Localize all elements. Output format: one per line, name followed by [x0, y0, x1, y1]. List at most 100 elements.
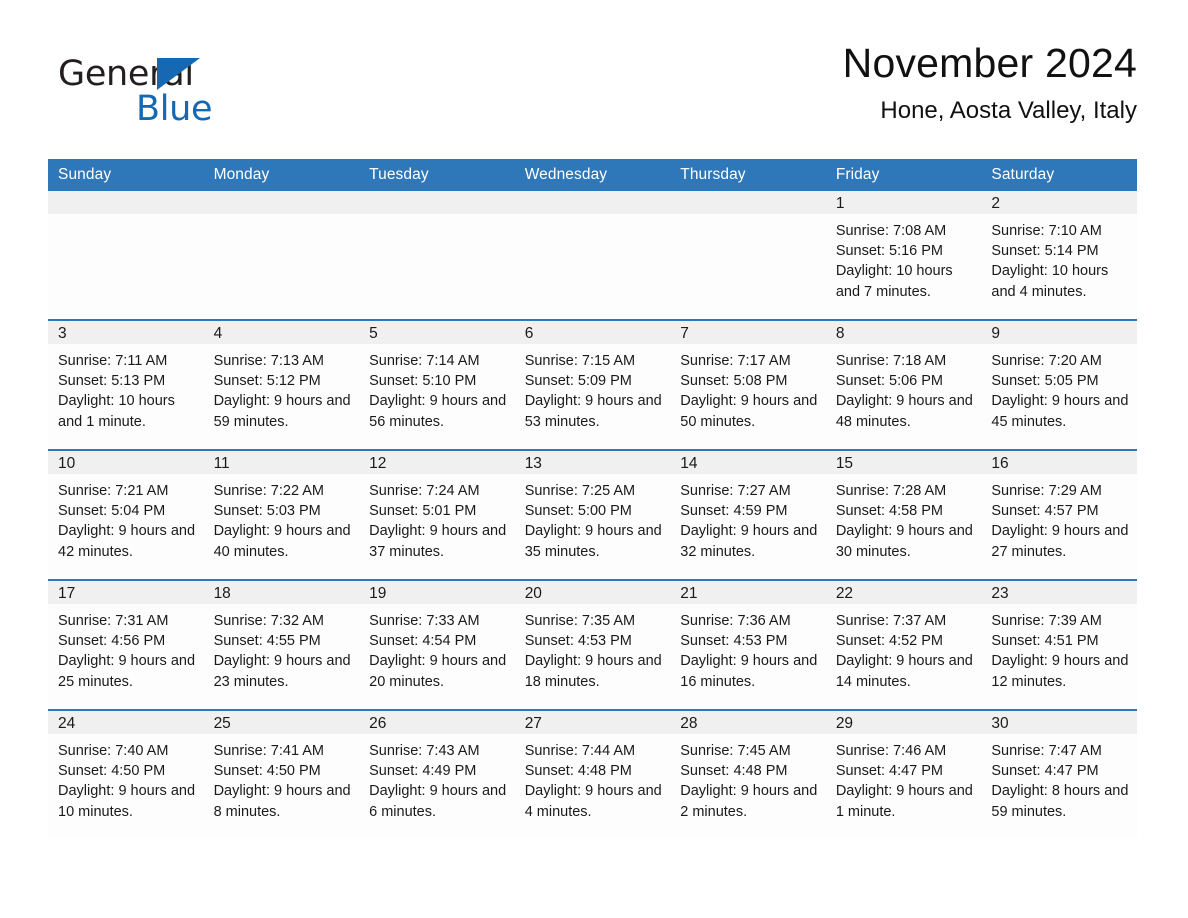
sunrise-text: Sunrise: 7:27 AM — [680, 483, 791, 499]
daylight-text: Daylight: 9 hours and 45 minutes. — [991, 393, 1129, 430]
calendar-day-cell[interactable]: 21 Sunrise: 7:36 AM Sunset: 4:53 PM Dayligh… — [670, 579, 826, 710]
day-details: Sunrise: 7:24 AM Sunset: 5:01 PM Daylight:… — [359, 474, 515, 562]
weekday-header-friday: Friday — [825, 159, 982, 191]
day-details: Sunrise: 7:47 AM Sunset: 4:47 PM Daylight:… — [981, 734, 1137, 822]
day-number: 3 — [48, 321, 204, 344]
calendar-day-cell[interactable]: 8 Sunrise: 7:18 AM Sunset: 5:06 PM Daylight… — [825, 319, 982, 450]
calendar-day-cell[interactable]: 1 Sunrise: 7:08 AM Sunset: 5:16 PM Daylight… — [825, 191, 982, 320]
calendar-day-cell[interactable]: 30 Sunrise: 7:47 AM Sunset: 4:47 PM Dayligh… — [981, 709, 1137, 839]
day-number: 25 — [203, 711, 360, 734]
daylight-text: Daylight: 9 hours and 12 minutes. — [991, 653, 1129, 690]
calendar-day-cell[interactable]: 22 Sunrise: 7:37 AM Sunset: 4:52 PM Dayligh… — [825, 579, 982, 710]
day-number — [359, 191, 515, 214]
weekday-header-saturday: Saturday — [981, 159, 1137, 191]
day-number: 2 — [981, 191, 1137, 214]
sunrise-text: Sunrise: 7:40 AM — [58, 743, 169, 759]
day-number: 16 — [981, 451, 1137, 474]
sunrise-text: Sunrise: 7:35 AM — [524, 613, 636, 629]
calendar-day-cell[interactable]: 7 Sunrise: 7:17 AM Sunset: 5:08 PM Daylight… — [670, 319, 826, 450]
calendar-page: General Blue November 2024 Hone, Aosta V… — [0, 0, 1188, 918]
calendar-day-cell[interactable]: 3 Sunrise: 7:11 AM Sunset: 5:13 PM Daylight… — [48, 319, 204, 450]
sunset-text: Sunset: 5:13 PM — [58, 373, 166, 390]
sunset-text: Sunset: 4:59 PM — [680, 503, 788, 520]
sunset-text: Sunset: 4:53 PM — [524, 633, 632, 650]
calendar-day-cell[interactable]: 11 Sunrise: 7:22 AM Sunset: 5:03 PM Dayligh… — [203, 449, 360, 580]
sunrise-text: Sunrise: 7:21 AM — [58, 483, 169, 499]
calendar-week-row: 17 Sunrise: 7:31 AM Sunset: 4:56 PM Dayligh… — [48, 579, 1137, 710]
day-number: 27 — [514, 711, 671, 734]
daylight-text: Daylight: 9 hours and 35 minutes. — [524, 523, 662, 560]
daylight-text: Daylight: 9 hours and 20 minutes. — [369, 653, 507, 690]
calendar-day-cell-empty — [203, 191, 360, 320]
calendar-day-cell[interactable]: 13 Sunrise: 7:25 AM Sunset: 5:00 PM Dayligh… — [514, 449, 671, 580]
day-details: Sunrise: 7:32 AM Sunset: 4:55 PM Daylight:… — [204, 604, 360, 692]
day-number: 30 — [981, 711, 1137, 734]
calendar-day-cell[interactable]: 17 Sunrise: 7:31 AM Sunset: 4:56 PM Dayligh… — [48, 579, 204, 710]
day-details: Sunrise: 7:11 AM Sunset: 5:13 PM Daylight:… — [48, 344, 204, 432]
sunrise-text: Sunrise: 7:44 AM — [524, 743, 636, 759]
calendar-day-cell[interactable]: 14 Sunrise: 7:27 AM Sunset: 4:59 PM Dayligh… — [670, 449, 826, 580]
day-number: 6 — [514, 321, 671, 344]
calendar-header-row: Sunday Monday Tuesday Wednesday Thursday Frid… — [48, 159, 1137, 191]
day-details: Sunrise: 7:20 AM Sunset: 5:05 PM Daylight:… — [981, 344, 1137, 432]
day-number: 24 — [48, 711, 204, 734]
sunset-text: Sunset: 4:53 PM — [680, 633, 788, 650]
generalblue-logo[interactable]: General Blue — [58, 54, 278, 132]
calendar-day-cell-empty — [670, 191, 826, 320]
sunrise-text: Sunrise: 7:43 AM — [369, 743, 480, 759]
day-number: 20 — [514, 581, 671, 604]
daylight-text: Daylight: 9 hours and 6 minutes. — [369, 783, 507, 820]
sunset-text: Sunset: 4:48 PM — [680, 763, 788, 780]
day-number — [48, 191, 204, 214]
calendar-day-cell[interactable]: 15 Sunrise: 7:28 AM Sunset: 4:58 PM Dayligh… — [825, 449, 982, 580]
day-number: 10 — [48, 451, 204, 474]
weekday-header-wednesday: Wednesday — [514, 159, 671, 191]
day-details: Sunrise: 7:45 AM Sunset: 4:48 PM Daylight:… — [670, 734, 826, 822]
day-details: Sunrise: 7:35 AM Sunset: 4:53 PM Daylight:… — [515, 604, 671, 692]
calendar-day-cell[interactable]: 5 Sunrise: 7:14 AM Sunset: 5:10 PM Daylight… — [359, 319, 515, 450]
calendar-day-cell[interactable]: 16 Sunrise: 7:29 AM Sunset: 4:57 PM Dayligh… — [981, 449, 1137, 580]
daylight-text: Daylight: 10 hours and 1 minute. — [58, 393, 175, 430]
calendar-day-cell[interactable]: 27 Sunrise: 7:44 AM Sunset: 4:48 PM Dayligh… — [514, 709, 671, 839]
daylight-text: Daylight: 9 hours and 18 minutes. — [524, 653, 662, 690]
sunrise-text: Sunrise: 7:33 AM — [369, 613, 480, 629]
calendar-day-cell[interactable]: 6 Sunrise: 7:15 AM Sunset: 5:09 PM Daylight… — [514, 319, 671, 450]
sunrise-text: Sunrise: 7:31 AM — [58, 613, 169, 629]
calendar-day-cell-empty — [514, 191, 671, 320]
calendar-day-cell[interactable]: 23 Sunrise: 7:39 AM Sunset: 4:51 PM Dayligh… — [981, 579, 1137, 710]
calendar-day-cell[interactable]: 4 Sunrise: 7:13 AM Sunset: 5:12 PM Daylight… — [203, 319, 360, 450]
sunrise-text: Sunrise: 7:29 AM — [991, 483, 1102, 499]
weekday-header-thursday: Thursday — [670, 159, 826, 191]
day-details: Sunrise: 7:29 AM Sunset: 4:57 PM Daylight:… — [981, 474, 1137, 562]
day-details: Sunrise: 7:36 AM Sunset: 4:53 PM Daylight:… — [670, 604, 826, 692]
calendar-day-cell[interactable]: 25 Sunrise: 7:41 AM Sunset: 4:50 PM Dayligh… — [203, 709, 360, 839]
logo-triangle-icon — [157, 58, 200, 90]
daylight-text: Daylight: 9 hours and 53 minutes. — [524, 393, 662, 430]
calendar-day-cell[interactable]: 29 Sunrise: 7:46 AM Sunset: 4:47 PM Dayligh… — [825, 709, 982, 839]
calendar-day-cell[interactable]: 20 Sunrise: 7:35 AM Sunset: 4:53 PM Dayligh… — [514, 579, 671, 710]
calendar-day-cell[interactable]: 18 Sunrise: 7:32 AM Sunset: 4:55 PM Dayligh… — [203, 579, 360, 710]
sunrise-text: Sunrise: 7:45 AM — [680, 743, 791, 759]
sunrise-text: Sunrise: 7:24 AM — [369, 483, 480, 499]
calendar-week-row: 10 Sunrise: 7:21 AM Sunset: 5:04 PM Dayligh… — [48, 449, 1137, 580]
calendar-day-cell[interactable]: 12 Sunrise: 7:24 AM Sunset: 5:01 PM Dayligh… — [359, 449, 515, 580]
sunset-text: Sunset: 4:51 PM — [991, 633, 1099, 650]
sunset-text: Sunset: 4:48 PM — [524, 763, 632, 780]
day-details: Sunrise: 7:28 AM Sunset: 4:58 PM Daylight:… — [826, 474, 982, 562]
calendar-day-cell[interactable]: 24 Sunrise: 7:40 AM Sunset: 4:50 PM Dayligh… — [48, 709, 204, 839]
sunrise-text: Sunrise: 7:22 AM — [213, 483, 324, 499]
daylight-text: Daylight: 9 hours and 27 minutes. — [991, 523, 1129, 560]
sunset-text: Sunset: 4:47 PM — [835, 763, 944, 780]
sunset-text: Sunset: 5:10 PM — [369, 373, 477, 390]
page-header: General Blue November 2024 Hone, Aosta V… — [48, 38, 1137, 148]
calendar-day-cell[interactable]: 26 Sunrise: 7:43 AM Sunset: 4:49 PM Dayligh… — [359, 709, 515, 839]
calendar-day-cell[interactable]: 2 Sunrise: 7:10 AM Sunset: 5:14 PM Daylight… — [981, 191, 1137, 320]
calendar-day-cell[interactable]: 28 Sunrise: 7:45 AM Sunset: 4:48 PM Dayligh… — [670, 709, 826, 839]
daylight-text: Daylight: 9 hours and 25 minutes. — [58, 653, 196, 690]
calendar-day-cell[interactable]: 19 Sunrise: 7:33 AM Sunset: 4:54 PM Dayligh… — [359, 579, 515, 710]
calendar-day-cell[interactable]: 10 Sunrise: 7:21 AM Sunset: 5:04 PM Dayligh… — [48, 449, 204, 580]
sunset-text: Sunset: 5:04 PM — [58, 503, 166, 520]
day-details: Sunrise: 7:25 AM Sunset: 5:00 PM Daylight:… — [515, 474, 671, 562]
day-details: Sunrise: 7:13 AM Sunset: 5:12 PM Daylight:… — [204, 344, 360, 432]
calendar-day-cell[interactable]: 9 Sunrise: 7:20 AM Sunset: 5:05 PM Daylight… — [981, 319, 1137, 450]
